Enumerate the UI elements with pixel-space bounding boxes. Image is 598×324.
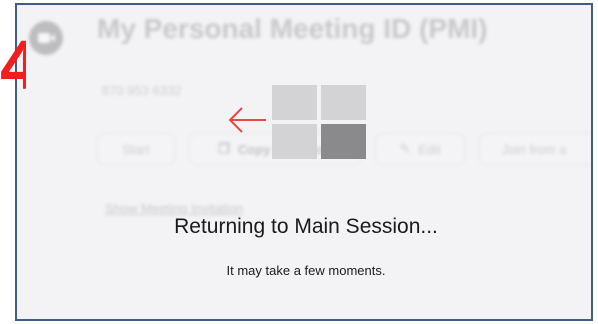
show-invitation-link[interactable]: Show Meeting Invitation (105, 201, 243, 216)
edit-button[interactable]: ✎ Edit (375, 133, 465, 165)
back-arrow-icon (228, 107, 266, 133)
pmi-title: My Personal Meeting ID (PMI) (97, 13, 488, 44)
pencil-icon: ✎ (399, 141, 411, 156)
copy-icon: ❐ (218, 141, 230, 156)
returning-status-subtitle: It may take a few moments. (226, 263, 386, 278)
start-button[interactable]: Start (97, 133, 175, 165)
join-button[interactable]: Join from a (479, 133, 591, 165)
breakout-rooms-icon (272, 85, 366, 159)
step-number: 4 (0, 30, 26, 100)
returning-status-title: Returning to Main Session... (174, 215, 438, 238)
pmi-number: 870 953 6332 (102, 83, 182, 98)
edit-label: Edit (418, 141, 441, 157)
zoom-window: My Personal Meeting ID (PMI) 870 953 633… (15, 3, 593, 321)
video-camera-icon (29, 21, 63, 55)
